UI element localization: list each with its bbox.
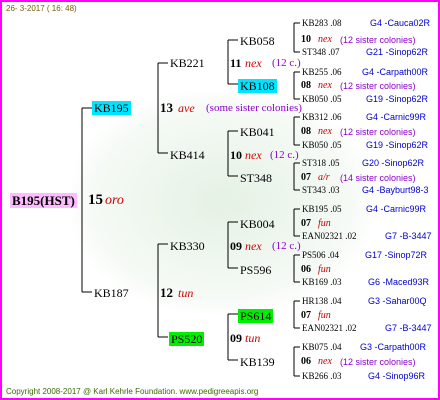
gen3-code-2[interactable]: KB108 <box>238 79 277 93</box>
gen3-number-7: 07 <box>301 310 311 321</box>
gen3-number-1: 10 <box>301 34 311 45</box>
gen4-sire-7[interactable]: HR138 .04 <box>302 297 342 306</box>
gen3-code-7[interactable]: PS614 <box>238 309 274 323</box>
root-number: 15 <box>88 192 103 208</box>
gen4-sire-ped-4[interactable]: G20 -Sinop62R <box>362 159 424 168</box>
gen4-sire-ped-8[interactable]: G3 -Carpath00R <box>360 343 426 352</box>
gen3-trait-2: nex <box>318 80 332 91</box>
gen4-sire-6[interactable]: PS506 .04 <box>302 251 339 260</box>
gen4-dam-ped-7[interactable]: G7 -B-3447 <box>385 324 432 333</box>
gen2-trait-3: nex <box>245 239 262 253</box>
gen2-trait-1: nex <box>245 56 262 70</box>
copyright-footer: Copyright 2008-2017 @ Karl Kehrle Founda… <box>6 387 259 396</box>
gen3-trait-5: fun <box>318 218 331 229</box>
gen2-note-1: (12 c.) <box>272 57 301 69</box>
gen3-number-2: 08 <box>301 80 311 91</box>
gen3-trait-1: nex <box>318 34 332 45</box>
gen3-number-5: 07 <box>301 218 311 229</box>
gen4-dam-ped-6[interactable]: G6 -Maced93R <box>368 278 429 287</box>
gen2-number-4: 09 <box>230 331 242 345</box>
gen4-sire-8[interactable]: KB075 .04 <box>302 343 342 352</box>
gen2-code-2[interactable]: KB414 <box>170 149 205 161</box>
gen3-note-3: (12 sister colonies) <box>340 127 416 137</box>
gen4-sire-2[interactable]: KB255 .06 <box>302 68 342 77</box>
gen4-dam-ped-3[interactable]: G19 -Sinop62R <box>366 141 428 150</box>
gen3-trait-4: a/r <box>318 172 330 183</box>
gen2-note-3: (12 c.) <box>272 240 301 252</box>
dam-trait: tun <box>178 286 194 300</box>
gen4-sire-5[interactable]: KB195 .05 <box>302 205 342 214</box>
gen3-code-3[interactable]: KB041 <box>240 126 275 138</box>
root-trait: oro <box>105 193 124 208</box>
gen4-dam-ped-2[interactable]: G19 -Sinop62R <box>366 95 428 104</box>
gen3-note-1: (12 sister colonies) <box>340 35 416 45</box>
sire-note: (some sister colonies) <box>206 102 302 114</box>
gen2-number-3: 09 <box>230 239 242 253</box>
gen2-code-4[interactable]: PS520 <box>169 332 205 346</box>
gen2-number-2: 10 <box>230 148 242 162</box>
gen4-sire-ped-2[interactable]: G4 -Carpath00R <box>362 68 428 77</box>
root-queen-label[interactable]: B195(HST) <box>10 193 77 208</box>
gen4-dam-3[interactable]: KB050 .05 <box>302 141 342 150</box>
gen3-code-5[interactable]: KB004 <box>240 218 275 230</box>
gen4-dam-8[interactable]: KB266 .03 <box>302 372 342 381</box>
dam-number: 12 <box>160 285 173 300</box>
gen3-code-8[interactable]: KB139 <box>240 356 275 368</box>
gen4-dam-ped-5[interactable]: G7 -B-3447 <box>385 232 432 241</box>
gen2-trait-4: tun <box>245 331 261 345</box>
gen2-code-3[interactable]: KB330 <box>170 240 205 252</box>
gen4-dam-6[interactable]: KB169 .03 <box>302 278 342 287</box>
gen3-note-2: (12 sister colonies) <box>340 81 416 91</box>
gen3-number-4: 07 <box>301 172 311 183</box>
gen4-dam-ped-8[interactable]: G4 -Sinop96R <box>368 372 425 381</box>
gen4-dam-4[interactable]: ST343 .03 <box>302 186 340 195</box>
gen4-sire-ped-7[interactable]: G3 -Sahar00Q <box>368 297 427 306</box>
gen2-code-1[interactable]: KB221 <box>170 57 205 69</box>
sire-code[interactable]: KB195 <box>92 101 131 115</box>
gen4-dam-1[interactable]: ST348 .07 <box>302 48 340 57</box>
gen4-sire-ped-5[interactable]: G4 -Carnic99R <box>366 205 426 214</box>
gen3-trait-7: fun <box>318 310 331 321</box>
gen4-sire-4[interactable]: ST318 .05 <box>302 159 340 168</box>
gen3-code-6[interactable]: PS596 <box>240 264 271 276</box>
gen3-code-1[interactable]: KB058 <box>240 35 275 47</box>
gen3-number-8: 06 <box>301 356 311 367</box>
gen4-dam-7[interactable]: EAN02321 .02 <box>302 324 357 333</box>
gen4-dam-ped-1[interactable]: G21 -Sinop62R <box>366 48 428 57</box>
gen3-trait-3: nex <box>318 126 332 137</box>
sire-number: 13 <box>160 100 173 115</box>
dam-code[interactable]: KB187 <box>94 287 129 299</box>
gen3-number-3: 08 <box>301 126 311 137</box>
gen3-note-8: (12 sister colonies) <box>340 357 416 367</box>
pedigree-frame: 26- 3-2017 ( 16: 48) Copyright 2008-2017… <box>0 0 440 400</box>
gen4-dam-5[interactable]: EAN02321 .02 <box>302 232 357 241</box>
gen3-trait-8: nex <box>318 356 332 367</box>
date-stamp: 26- 3-2017 ( 16: 48) <box>6 4 77 13</box>
sire-trait: ave <box>178 101 195 115</box>
gen2-trait-2: nex <box>245 148 262 162</box>
gen4-sire-ped-3[interactable]: G4 -Carnic99R <box>366 113 426 122</box>
gen4-sire-ped-1[interactable]: G4 -Cauca02R <box>370 19 430 28</box>
gen3-note-4: (14 sister colonies) <box>340 173 416 183</box>
gen4-sire-ped-6[interactable]: G17 -Sinop72R <box>365 251 427 260</box>
gen4-dam-ped-4[interactable]: G4 -Bayburt98-3 <box>362 186 429 195</box>
gen3-code-4[interactable]: ST348 <box>240 172 272 184</box>
gen4-sire-3[interactable]: KB312 .06 <box>302 113 342 122</box>
gen2-number-1: 11 <box>230 56 242 70</box>
gen3-trait-6: fun <box>318 264 331 275</box>
gen4-sire-1[interactable]: KB283 .08 <box>302 19 342 28</box>
gen3-number-6: 06 <box>301 264 311 275</box>
gen4-dam-2[interactable]: KB050 .05 <box>302 95 342 104</box>
gen2-note-2: (12 c.) <box>270 149 299 161</box>
